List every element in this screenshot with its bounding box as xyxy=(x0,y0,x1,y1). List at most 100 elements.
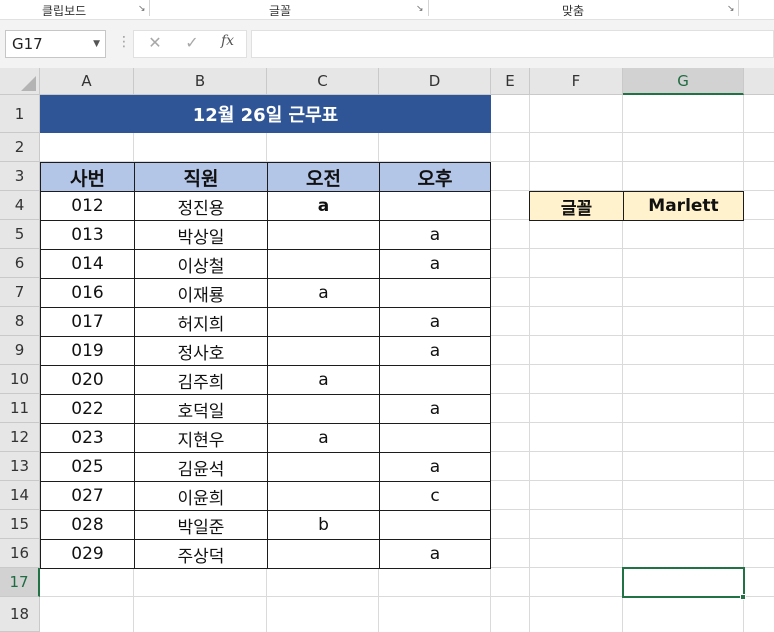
cell-id[interactable]: 020 xyxy=(40,365,135,395)
cell-am[interactable] xyxy=(267,452,380,482)
cell-name[interactable]: 이윤희 xyxy=(134,481,268,511)
row-header-17[interactable]: 17 xyxy=(0,568,40,597)
cell-id[interactable]: 027 xyxy=(40,481,135,511)
sheet-title[interactable]: 12월 26일 근무표 xyxy=(40,95,491,133)
header-name[interactable]: 직원 xyxy=(134,162,268,192)
font-value-cell[interactable]: Marlett xyxy=(623,191,744,221)
cell-id[interactable]: 019 xyxy=(40,336,135,366)
cell-am[interactable]: a xyxy=(267,191,380,221)
cell-name[interactable]: 정진용 xyxy=(134,191,268,221)
cell-pm[interactable] xyxy=(379,423,491,453)
employee-id: 013 xyxy=(71,225,104,245)
cell-pm[interactable]: c xyxy=(379,481,491,511)
row-header-13[interactable]: 13 xyxy=(0,452,40,481)
header-id[interactable]: 사번 xyxy=(40,162,135,192)
cell-pm[interactable]: a xyxy=(379,249,491,279)
cell-id[interactable]: 016 xyxy=(40,278,135,308)
alignment-launcher-icon[interactable]: ↘ xyxy=(727,5,736,14)
insert-function-icon[interactable]: fx xyxy=(221,33,234,49)
row-header-4[interactable]: 4 xyxy=(0,191,40,220)
column-header-c[interactable]: C xyxy=(267,68,379,95)
enter-icon[interactable]: ✓ xyxy=(182,33,202,52)
cell-pm[interactable] xyxy=(379,278,491,308)
cell-id[interactable]: 029 xyxy=(40,539,135,569)
cell-am[interactable] xyxy=(267,539,380,569)
font-launcher-icon[interactable]: ↘ xyxy=(416,5,425,14)
cell-name[interactable]: 박일준 xyxy=(134,510,268,540)
cell-pm[interactable] xyxy=(379,510,491,540)
cell-name[interactable]: 김윤석 xyxy=(134,452,268,482)
more-options-icon[interactable]: ⋮ xyxy=(117,34,131,50)
cell-pm[interactable] xyxy=(379,365,491,395)
cell-am[interactable]: a xyxy=(267,278,380,308)
row-header-2[interactable]: 2 xyxy=(0,133,40,162)
row-header-18[interactable]: 18 xyxy=(0,597,40,632)
row-header-12[interactable]: 12 xyxy=(0,423,40,452)
cell-id[interactable]: 025 xyxy=(40,452,135,482)
cell-name[interactable]: 김주희 xyxy=(134,365,268,395)
chevron-down-icon[interactable]: ▼ xyxy=(93,31,100,57)
cell-am[interactable] xyxy=(267,481,380,511)
row-header-8[interactable]: 8 xyxy=(0,307,40,336)
cell-name[interactable]: 주상덕 xyxy=(134,539,268,569)
column-header-d[interactable]: D xyxy=(379,68,491,95)
cell-id[interactable]: 022 xyxy=(40,394,135,424)
cell-name[interactable]: 정사호 xyxy=(134,336,268,366)
cell-id[interactable]: 014 xyxy=(40,249,135,279)
cell-am[interactable] xyxy=(267,336,380,366)
row-header-5[interactable]: 5 xyxy=(0,220,40,249)
row-header-1[interactable]: 1 xyxy=(0,95,40,133)
fill-handle[interactable] xyxy=(740,594,746,600)
cell-name[interactable]: 지현우 xyxy=(134,423,268,453)
cell-name[interactable]: 호덕일 xyxy=(134,394,268,424)
column-header-g[interactable]: G xyxy=(623,68,744,95)
cell-name[interactable]: 이재룡 xyxy=(134,278,268,308)
cell-am[interactable]: b xyxy=(267,510,380,540)
active-cell-g17[interactable] xyxy=(622,567,745,598)
row-header-7[interactable]: 7 xyxy=(0,278,40,307)
cell-name[interactable]: 박상일 xyxy=(134,220,268,250)
row-header-11[interactable]: 11 xyxy=(0,394,40,423)
cell-pm[interactable]: a xyxy=(379,394,491,424)
cell-pm[interactable]: a xyxy=(379,220,491,250)
cell-id[interactable]: 028 xyxy=(40,510,135,540)
cell-id[interactable]: 017 xyxy=(40,307,135,337)
font-label-cell[interactable]: 글꼴 xyxy=(529,191,624,221)
cell-id[interactable]: 013 xyxy=(40,220,135,250)
column-header-e[interactable]: E xyxy=(491,68,530,95)
cell-name[interactable]: 이상철 xyxy=(134,249,268,279)
row-header-6[interactable]: 6 xyxy=(0,249,40,278)
row-header-3[interactable]: 3 xyxy=(0,162,40,191)
cell-am[interactable]: a xyxy=(267,365,380,395)
cell-pm[interactable] xyxy=(379,191,491,221)
cell-pm[interactable]: a xyxy=(379,307,491,337)
header-pm[interactable]: 오후 xyxy=(379,162,491,192)
column-header-f[interactable]: F xyxy=(530,68,623,95)
cell-id[interactable]: 012 xyxy=(40,191,135,221)
formula-input[interactable] xyxy=(251,30,774,58)
row-header-14[interactable]: 14 xyxy=(0,481,40,510)
column-header-h[interactable] xyxy=(744,68,774,95)
column-header-a[interactable]: A xyxy=(40,68,134,95)
row-header-9[interactable]: 9 xyxy=(0,336,40,365)
select-all-button[interactable] xyxy=(0,68,40,95)
cell-am[interactable] xyxy=(267,394,380,424)
row-header-16[interactable]: 16 xyxy=(0,539,40,568)
cell-am[interactable]: a xyxy=(267,423,380,453)
column-header-b[interactable]: B xyxy=(134,68,267,95)
cell-pm[interactable]: a xyxy=(379,539,491,569)
cell-am[interactable] xyxy=(267,220,380,250)
cell-pm[interactable]: a xyxy=(379,336,491,366)
clipboard-launcher-icon[interactable]: ↘ xyxy=(138,5,147,14)
cell-id[interactable]: 023 xyxy=(40,423,135,453)
cancel-icon[interactable]: ✕ xyxy=(145,33,165,52)
cell-name[interactable]: 허지희 xyxy=(134,307,268,337)
cell-pm[interactable]: a xyxy=(379,452,491,482)
cell-am[interactable] xyxy=(267,307,380,337)
header-am[interactable]: 오전 xyxy=(267,162,380,192)
row-header-15[interactable]: 15 xyxy=(0,510,40,539)
name-box[interactable]: G17 ▼ xyxy=(5,30,106,58)
row-header-10[interactable]: 10 xyxy=(0,365,40,394)
employee-name: 지현우 xyxy=(177,430,225,451)
cell-am[interactable] xyxy=(267,249,380,279)
